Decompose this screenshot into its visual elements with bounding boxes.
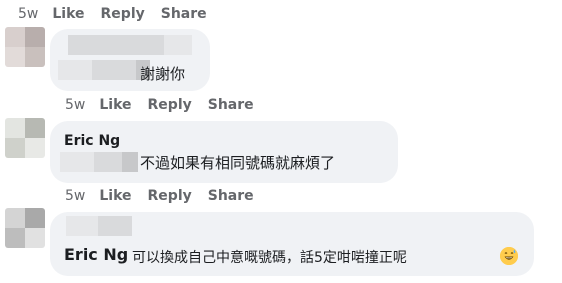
share-button[interactable]: Share bbox=[208, 97, 254, 113]
comment-actions-top: 5w Like Reply Share bbox=[18, 4, 207, 24]
comment-text: 謝謝你 bbox=[140, 65, 186, 83]
reply-button[interactable]: Reply bbox=[148, 97, 192, 113]
like-button[interactable]: Like bbox=[99, 188, 131, 204]
redacted-author-name bbox=[66, 216, 98, 236]
redacted-block bbox=[122, 152, 138, 172]
comment-bubble: 謝謝你 bbox=[50, 29, 210, 91]
comment-text: 不過如果有相同號碼就麻煩了 bbox=[140, 154, 336, 172]
reply-button[interactable]: Reply bbox=[148, 188, 192, 204]
redacted-block bbox=[98, 216, 132, 236]
redacted-block bbox=[164, 35, 192, 55]
comment-actions: 5w Like Reply Share bbox=[65, 95, 254, 115]
like-button[interactable]: Like bbox=[52, 6, 84, 22]
redacted-block bbox=[60, 152, 94, 172]
comment-timestamp[interactable]: 5w bbox=[18, 6, 38, 22]
avatar[interactable] bbox=[5, 208, 45, 248]
comment-text: 可以換成自己中意嘅號碼，話5定咁啱撞正呢 bbox=[132, 250, 407, 266]
share-button[interactable]: Share bbox=[161, 6, 207, 22]
comment-timestamp[interactable]: 5w bbox=[65, 188, 85, 204]
like-button[interactable]: Like bbox=[99, 97, 131, 113]
reply-button[interactable]: Reply bbox=[101, 6, 145, 22]
comment-actions: 5w Like Reply Share bbox=[65, 186, 254, 206]
comment-bubble: Eric Ng 不過如果有相同號碼就麻煩了 bbox=[50, 121, 398, 183]
redacted-author-name bbox=[68, 35, 164, 55]
redacted-block bbox=[58, 60, 92, 80]
avatar[interactable] bbox=[5, 118, 45, 158]
mention-link[interactable]: Eric Ng bbox=[64, 245, 128, 264]
avatar[interactable] bbox=[5, 27, 45, 67]
redacted-block bbox=[92, 60, 136, 80]
comment-timestamp[interactable]: 5w bbox=[65, 97, 85, 113]
comment-thread: 5w Like Reply Share 謝謝你 5w Like Reply Sh… bbox=[0, 0, 562, 283]
comment-author[interactable]: Eric Ng bbox=[64, 133, 120, 149]
grinning-sweat-emoji-icon bbox=[500, 247, 518, 265]
comment-bubble: Eric Ng 可以換成自己中意嘅號碼，話5定咁啱撞正呢 bbox=[50, 212, 534, 276]
share-button[interactable]: Share bbox=[208, 188, 254, 204]
